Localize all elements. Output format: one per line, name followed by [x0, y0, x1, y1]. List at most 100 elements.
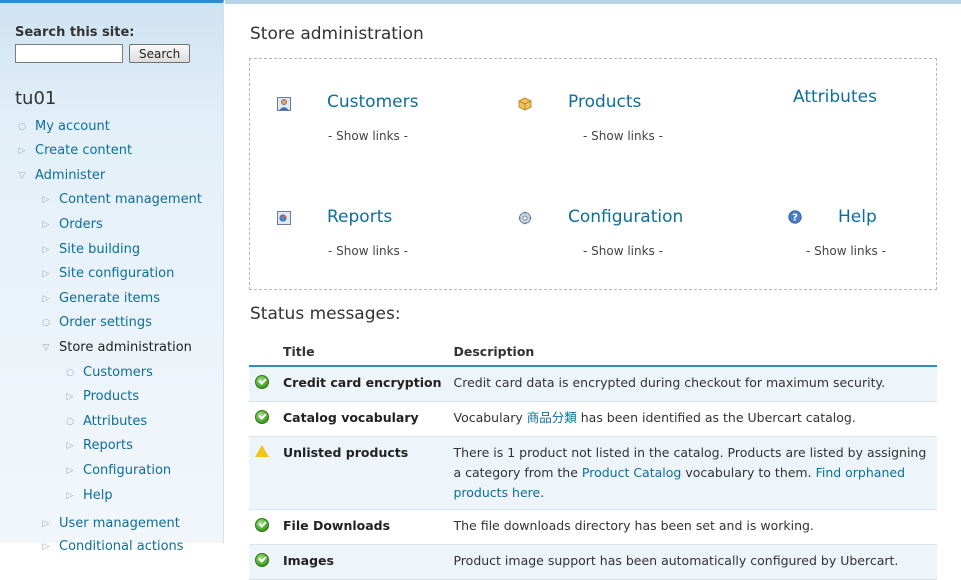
top-bar — [225, 0, 961, 4]
collapsed-arrow-icon: ▷ — [42, 219, 50, 230]
nav-configuration[interactable]: ▷ Configuration — [65, 463, 172, 478]
warning-icon — [255, 445, 269, 457]
nav-reports[interactable]: ▷ Reports — [65, 438, 133, 453]
leaf-bullet-icon: ○ — [42, 317, 50, 328]
show-links-products[interactable]: - Show links - — [583, 129, 663, 143]
nav-label: My account — [35, 119, 110, 134]
nav-orders[interactable]: ▷ Orders — [41, 217, 103, 232]
search-button[interactable]: Search — [129, 44, 191, 63]
header-title: Title — [277, 340, 448, 367]
nav-label: Site building — [59, 242, 141, 257]
collapsed-arrow-icon: ▷ — [66, 391, 74, 402]
reports-icon — [277, 211, 291, 225]
show-links-help[interactable]: - Show links - — [806, 244, 886, 258]
description-text: Vocabulary — [453, 410, 527, 425]
status-table: Title Description Credit card encryption… — [249, 340, 937, 580]
nav-store-administration[interactable]: ▽ Store administration — [41, 340, 192, 355]
admin-link-help[interactable]: Help — [838, 207, 877, 227]
nav-label: User management — [59, 516, 180, 531]
collapsed-arrow-icon: ▷ — [42, 518, 50, 529]
nav-label: Orders — [59, 217, 103, 232]
nav-label: Generate items — [59, 291, 160, 306]
admin-link-customers[interactable]: Customers — [327, 92, 418, 112]
search-input[interactable] — [15, 44, 123, 63]
customers-icon — [277, 97, 291, 111]
table-row: Unlisted products There is 1 product not… — [249, 436, 937, 510]
nav-conditional-actions[interactable]: ▷ Conditional actions — [41, 539, 184, 554]
leaf-bullet-icon: ○ — [18, 121, 26, 132]
row-title: Images — [277, 544, 448, 580]
nav-help[interactable]: ▷ Help — [65, 488, 113, 503]
admin-link-configuration[interactable]: Configuration — [568, 207, 683, 227]
products-icon — [518, 97, 532, 111]
collapsed-arrow-icon: ▷ — [18, 145, 26, 156]
search-block: Search this site: Search — [15, 25, 191, 63]
catalog-vocabulary-link[interactable]: 商品分類 — [527, 410, 577, 425]
nav-label: Products — [83, 389, 140, 404]
status-messages-heading: Status messages: — [250, 304, 401, 324]
table-row: Images Product image support has been au… — [249, 544, 937, 580]
ok-check-icon — [255, 410, 269, 424]
ok-check-icon — [255, 553, 269, 567]
nav-label: Site configuration — [59, 266, 175, 281]
nav-label: Order settings — [59, 315, 152, 330]
description-text: . — [540, 485, 545, 500]
nav-label: Help — [83, 488, 113, 503]
show-links-customers[interactable]: - Show links - — [328, 129, 408, 143]
configuration-icon — [518, 211, 532, 225]
collapsed-arrow-icon: ▷ — [42, 541, 50, 552]
nav-label: Store administration — [59, 340, 192, 355]
admin-link-attributes[interactable]: Attributes — [793, 87, 877, 107]
nav-content-management[interactable]: ▷ Content management — [41, 192, 202, 207]
table-row: Catalog vocabulary Vocabulary 商品分類 has b… — [249, 402, 937, 437]
search-row: Search — [15, 44, 191, 63]
nav-label: Customers — [83, 365, 153, 380]
nav-products[interactable]: ▷ Products — [65, 389, 140, 404]
collapsed-arrow-icon: ▷ — [42, 244, 50, 255]
admin-link-reports[interactable]: Reports — [327, 207, 392, 227]
nav-label: Conditional actions — [59, 539, 184, 554]
admin-link-products[interactable]: Products — [568, 92, 641, 112]
row-description: Credit card data is encrypted during che… — [447, 366, 937, 402]
expanded-arrow-icon: ▽ — [18, 170, 26, 181]
nav-order-settings[interactable]: ○ Order settings — [41, 315, 152, 330]
table-row: File Downloads The file downloads direct… — [249, 510, 937, 545]
leaf-bullet-icon: ○ — [66, 367, 74, 378]
description-text: vocabulary to them. — [681, 465, 816, 480]
row-title: File Downloads — [283, 518, 391, 533]
nav-label: Content management — [59, 192, 202, 207]
nav-create-content[interactable]: ▷ Create content — [17, 143, 133, 158]
table-row: Credit card encryption Credit card data … — [249, 366, 937, 402]
show-links-configuration[interactable]: - Show links - — [583, 244, 663, 258]
collapsed-arrow-icon: ▷ — [42, 293, 50, 304]
nav-label: Configuration — [83, 463, 172, 478]
nav-user-management[interactable]: ▷ User management — [41, 516, 180, 531]
search-label: Search this site: — [15, 25, 135, 40]
nav-site-building[interactable]: ▷ Site building — [41, 242, 141, 257]
header-description: Description — [447, 340, 937, 367]
nav-my-account[interactable]: ○ My account — [17, 119, 110, 134]
product-catalog-link[interactable]: Product Catalog — [582, 465, 681, 480]
table-header-row: Title Description — [249, 340, 937, 367]
nav-administer[interactable]: ▽ Administer — [17, 168, 106, 183]
show-links-reports[interactable]: - Show links - — [328, 244, 408, 258]
user-block-title: tu01 — [15, 88, 57, 109]
collapsed-arrow-icon: ▷ — [66, 465, 74, 476]
main-content: Store administration Customers - Show li… — [225, 0, 961, 580]
ok-check-icon — [255, 375, 269, 389]
row-description: The file downloads directory has been se… — [453, 518, 814, 533]
nav-customers[interactable]: ○ Customers — [65, 365, 153, 380]
nav-generate-items[interactable]: ▷ Generate items — [41, 291, 160, 306]
header-icon-col — [249, 340, 277, 367]
ok-check-icon — [255, 518, 269, 532]
nav-label: Administer — [35, 168, 106, 183]
nav-attributes[interactable]: ○ Attributes — [65, 414, 147, 429]
description-text: has been identified as the Ubercart cata… — [576, 410, 856, 425]
page-title: Store administration — [250, 24, 424, 44]
expanded-arrow-icon: ▽ — [42, 342, 50, 353]
nav-label: Reports — [83, 438, 133, 453]
nav-site-configuration[interactable]: ▷ Site configuration — [41, 266, 175, 281]
row-title: Catalog vocabulary — [283, 410, 419, 425]
row-title: Credit card encryption — [277, 366, 448, 402]
sidebar: Search this site: Search tu01 ○ My accou… — [0, 0, 224, 554]
